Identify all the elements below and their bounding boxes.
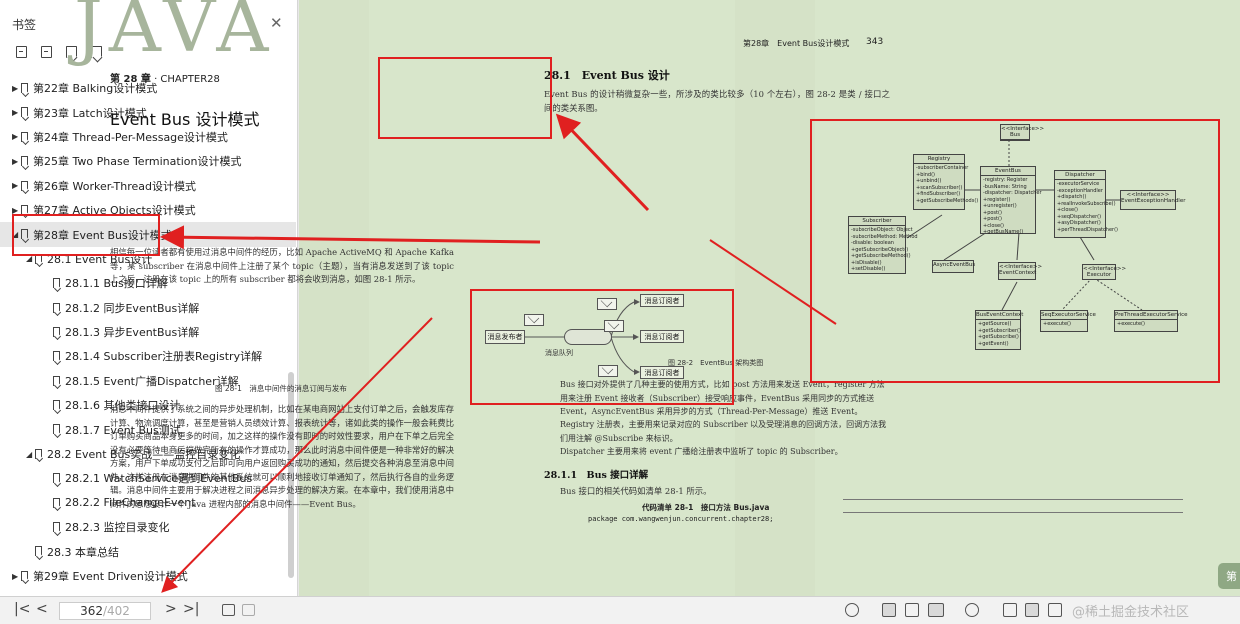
bookmark-icon [53, 351, 60, 362]
toc-item-label: 第26章 Worker-Thread设计模式 [33, 179, 196, 193]
expand-arrow-icon[interactable]: ▶ [12, 132, 18, 141]
bookmark-icon [21, 570, 28, 581]
bottom-toolbar: |< < 362/402 > >| @稀土掘金技术社区 [0, 596, 1240, 624]
intro-paragraph: 相信每一位读者都有使用过消息中间件的经历，比如 Apache ActiveMQ … [110, 247, 454, 284]
bookmark-icon [53, 302, 60, 313]
fit-page-icon[interactable] [1025, 603, 1039, 617]
forward-icon[interactable] [242, 604, 255, 616]
fit-width-icon[interactable] [1048, 603, 1062, 617]
toc-item-label: 第25章 Two Phase Termination设计模式 [33, 155, 242, 169]
bookmark-icon [35, 448, 42, 459]
toc-item-label: 第24章 Thread-Per-Message设计模式 [33, 130, 228, 144]
expand-arrow-icon[interactable]: ▶ [12, 108, 18, 117]
single-page-icon[interactable] [882, 603, 896, 617]
next-page-icon[interactable]: > [165, 601, 177, 617]
double-page-icon[interactable] [928, 603, 944, 617]
toc-item[interactable]: ▶ 第25章 Two Phase Termination设计模式 [0, 149, 296, 173]
bookmark-icon [21, 83, 28, 93]
prev-page-icon[interactable]: < [36, 601, 48, 617]
bookmark-icon [53, 424, 60, 435]
panel-title: 书签 [12, 18, 37, 32]
toc-item[interactable]: 28.1.3 异步EventBus详解 [0, 320, 296, 344]
annotation-box-figure1 [470, 289, 734, 405]
toc-item-label: 28.2.3 监控目录变化 [65, 521, 170, 535]
toc-item[interactable]: ▶ 第29章 Event Driven设计模式 [0, 564, 296, 588]
chapter-title: Event Bus 设计模式 [110, 110, 260, 129]
code-rule-mid [843, 512, 1183, 513]
play-icon[interactable] [965, 603, 979, 617]
expand-arrow-icon[interactable]: ▶ [12, 157, 18, 166]
toc-item[interactable]: 28.1.2 同步EventBus详解 [0, 296, 296, 320]
body-paragraph: 消息中间件提供了系统之间的异步处理机制，比如在某电商网站上支付订单之后，会触发库… [110, 404, 454, 509]
bookmark-icon [21, 107, 28, 118]
chapter-label: 第 28 章 · CHAPTER28 [110, 74, 220, 85]
bookmark-icon [21, 156, 28, 167]
code-line: package com.wangwenjun.concurrent.chapte… [588, 515, 774, 523]
figure-caption: 图 28-1 消息中间件的消息订阅与发布 [215, 384, 347, 393]
bullet-dispatcher: Dispatcher 主要用来将 event 广播给注册表中监听了 topic … [560, 447, 843, 456]
page-number: 343 [866, 37, 884, 47]
actual-size-icon[interactable] [1003, 603, 1017, 617]
bookmark-icon [53, 522, 60, 533]
expand-all-icon[interactable] [41, 46, 52, 58]
back-icon[interactable] [222, 604, 235, 616]
bookmark-icon [53, 400, 60, 411]
code-rule-top [843, 499, 1183, 500]
first-page-icon[interactable]: |< [14, 601, 30, 617]
toc-item[interactable]: 28.1.4 Subscriber注册表Registry详解 [0, 344, 296, 368]
last-page-icon[interactable]: >| [183, 601, 199, 617]
toc-item-label: 28.1.2 同步EventBus详解 [65, 301, 200, 315]
toc-item-label: 28.3 本章总结 [47, 545, 119, 559]
code-caption: 代码清单 28-1 接口方法 Bus.java [642, 503, 770, 512]
site-watermark: @稀土掘金技术社区 [1072, 605, 1190, 620]
toc-item[interactable]: 28.2.3 监控目录变化 [0, 515, 296, 539]
section-title: 28.1 Event Bus 设计 [544, 69, 670, 82]
eye-care-icon[interactable] [845, 603, 859, 617]
annotation-box-toc [12, 214, 160, 256]
bookmark-icon [21, 180, 28, 191]
bookmark-icon [53, 473, 60, 484]
bullet-registry: Registry 注册表，主要用来记录对应的 Subscriber 以及受理消息… [560, 420, 887, 443]
annotation-box-title [378, 57, 552, 139]
toc-item[interactable]: 28.3 本章总结 [0, 539, 296, 563]
toc-item-label: 第29章 Event Driven设计模式 [33, 570, 188, 583]
annotation-box-figure2 [810, 119, 1220, 383]
expand-arrow-icon[interactable]: ▶ [12, 572, 18, 581]
floating-side-button[interactable]: 第 [1218, 563, 1240, 589]
section-paragraph: Event Bus 的设计稍微复杂一些，所涉及的类比较多（10 个左右），图 2… [544, 89, 890, 113]
bookmark-icon [53, 497, 60, 508]
subsection-paragraph: Bus 接口的相关代码如清单 28-1 所示。 [560, 486, 712, 496]
scroll-page-icon[interactable] [905, 603, 919, 617]
toc-item-label: 28.1.4 Subscriber注册表Registry详解 [65, 350, 263, 364]
bookmark-icon [53, 326, 60, 337]
collapse-arrow-icon[interactable]: ◢ [26, 450, 32, 459]
expand-arrow-icon[interactable]: ▶ [12, 84, 18, 93]
bookmark-icon [53, 278, 60, 289]
bookmark-icon [35, 546, 42, 557]
toc-item[interactable]: ▶ 第26章 Worker-Thread设计模式 [0, 174, 296, 198]
toc-item-label: 28.1.5 Event广播Dispatcher详解 [65, 374, 239, 388]
bookmark-tree: ▶ 第22章 Balking设计模式 ▶ 第23章 Latch设计模式 ▶ 第24章 Th… [0, 76, 296, 588]
page-watermark: JAVA [74, 0, 275, 68]
running-head: 第28章 Event Bus设计模式 [743, 39, 850, 48]
subsection-title: 28.1.1 Bus 接口详解 [544, 470, 649, 481]
bookmark-icon [21, 131, 28, 142]
toc-item-label: 28.1.3 异步EventBus详解 [65, 326, 200, 340]
collapse-all-icon[interactable] [16, 46, 27, 58]
page-number-input[interactable]: 362/402 [59, 602, 151, 620]
bookmark-icon [53, 375, 60, 386]
expand-arrow-icon[interactable]: ▶ [12, 181, 18, 190]
